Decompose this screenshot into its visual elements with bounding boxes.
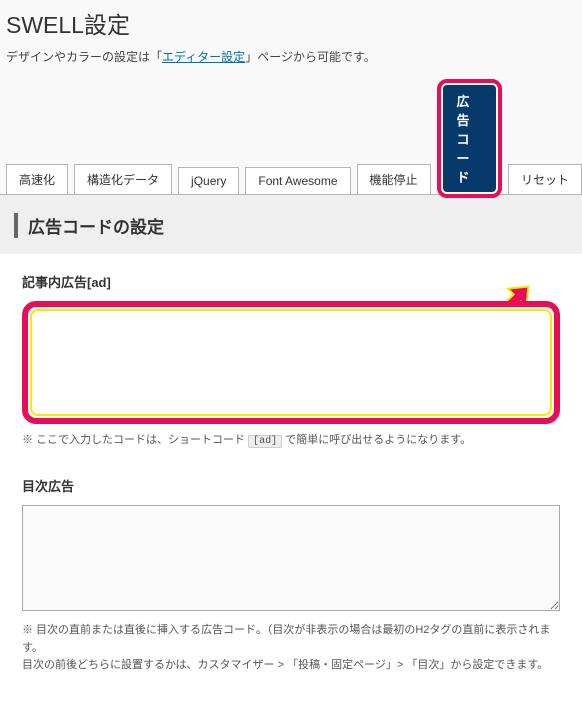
help-suffix: で簡単に呼び出せるようになります。	[285, 434, 471, 446]
ad-in-article-help: ※ ここで入力したコードは、ショートコード [ad] で簡単に呼び出せるようにな…	[22, 432, 560, 450]
toc-ad-label: 目次広告	[22, 476, 560, 495]
field-ad-in-article: 記事内広告[ad] ※ ここで入力したコードは、ショートコード [ad] で簡単…	[22, 272, 560, 450]
tab-reset[interactable]: リセット	[508, 164, 582, 195]
subtitle: デザインやカラーの設定は「エディター設定」ページから可能です。	[0, 40, 582, 79]
help-prefix: ※ ここで入力したコードは、ショートコード	[22, 434, 248, 446]
ad-in-article-label: 記事内広告[ad]	[22, 272, 560, 291]
tab-font-awesome[interactable]: Font Awesome	[245, 167, 350, 195]
toc-ad-help: ※ 目次の直前または直後に挿入する広告コード。（目次が非表示の場合は最初のH2タ…	[22, 622, 560, 675]
shortcode-sample: [ad]	[248, 435, 282, 448]
field-toc-ad: 目次広告 ※ 目次の直前または直後に挿入する広告コード。（目次が非表示の場合は最…	[22, 476, 560, 675]
tab-disable-features[interactable]: 機能停止	[357, 164, 431, 195]
subtitle-suffix: 」ページから可能です。	[245, 50, 376, 64]
ad-in-article-highlight	[22, 301, 560, 424]
editor-settings-link[interactable]: エディター設定	[162, 50, 245, 64]
toc-ad-help-line1: ※ 目次の直前または直後に挿入する広告コード。（目次が非表示の場合は最初のH2タ…	[22, 622, 560, 657]
form-area: 記事内広告[ad] ※ ここで入力したコードは、ショートコード [ad] で簡単…	[0, 254, 582, 710]
subtitle-prefix: デザインやカラーの設定は「	[6, 50, 162, 64]
toc-ad-help-line2: 目次の前後どちらに設置するかは、カスタマイザー > 「投稿・固定ページ」> 「目…	[22, 657, 560, 675]
ad-in-article-textarea[interactable]	[30, 309, 552, 413]
toc-ad-textarea[interactable]	[22, 505, 560, 611]
section-header-wrap: 広告コードの設定	[0, 195, 582, 254]
tab-structured-data[interactable]: 構造化データ	[74, 164, 172, 195]
tab-ad-code-highlight: 広告コード	[437, 79, 502, 198]
page-title: SWELL設定	[0, 0, 582, 40]
tabs: 高速化 構造化データ jQuery Font Awesome 機能停止 広告コー…	[6, 79, 582, 194]
tab-jquery[interactable]: jQuery	[178, 167, 239, 195]
tab-ad-code[interactable]: 広告コード	[443, 85, 496, 192]
section-heading: 広告コードの設定	[14, 213, 568, 238]
tab-speed[interactable]: 高速化	[6, 164, 68, 195]
tabs-container: 高速化 構造化データ jQuery Font Awesome 機能停止 広告コー…	[0, 79, 582, 195]
